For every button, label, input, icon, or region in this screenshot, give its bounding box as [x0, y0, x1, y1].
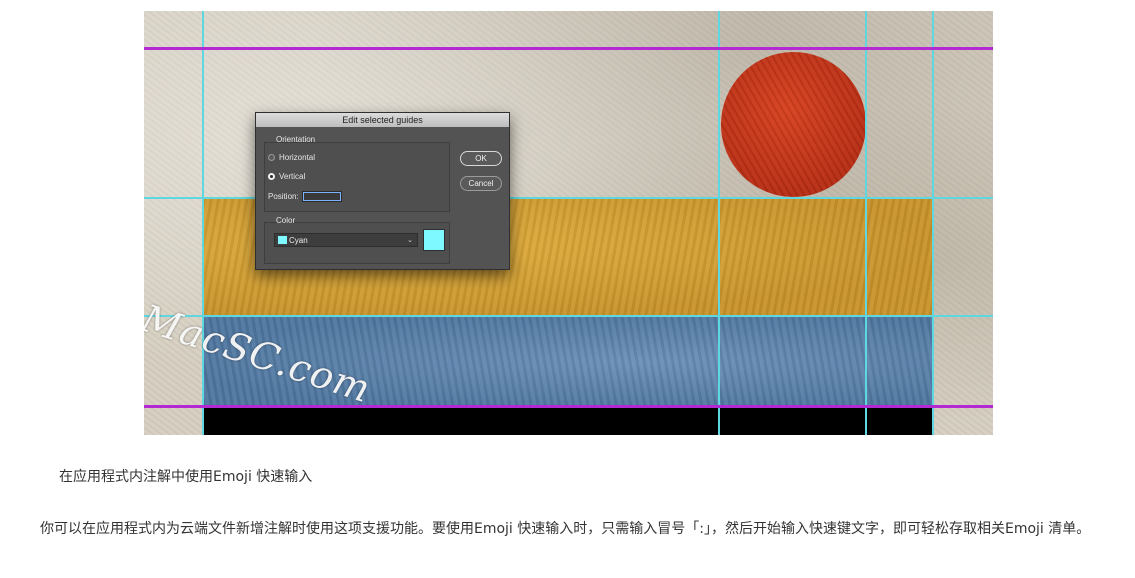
radio-vertical[interactable]: Vertical — [268, 172, 305, 181]
magenta-guide-horizontal[interactable] — [144, 405, 993, 408]
radio-horizontal[interactable]: Horizontal — [268, 153, 315, 162]
color-label: Color — [276, 216, 296, 225]
cyan-guide-vertical[interactable] — [202, 11, 204, 435]
position-row: Position: — [268, 191, 342, 202]
cyan-guide-vertical[interactable] — [865, 11, 867, 435]
position-input[interactable] — [301, 191, 342, 202]
radio-label: Horizontal — [279, 153, 316, 162]
cyan-guide-horizontal[interactable] — [144, 315, 993, 317]
dialog-title: Edit selected guides — [256, 113, 509, 127]
screenshot-figure: MacSC.com Edit selected guides Orientati… — [144, 11, 993, 435]
cyan-guide-vertical[interactable] — [932, 11, 934, 435]
cancel-button[interactable]: Cancel — [460, 176, 502, 191]
color-select-value: Cyan — [289, 235, 308, 245]
radio-selected-icon — [268, 173, 275, 180]
black-band — [203, 407, 934, 435]
red-circle — [721, 52, 866, 197]
color-select[interactable]: Cyan ⌄ — [274, 233, 418, 247]
color-swatch-button[interactable] — [423, 229, 445, 251]
ok-button[interactable]: OK — [460, 151, 502, 166]
figure-caption: 在应用程式内注解中使用Emoji 快速输入 — [59, 469, 313, 485]
edit-guides-dialog: Edit selected guides Orientation Horizon… — [255, 112, 510, 270]
magenta-guide-horizontal[interactable] — [144, 47, 993, 50]
orientation-label: Orientation — [276, 135, 316, 144]
radio-icon — [268, 154, 275, 161]
color-swatch-icon — [278, 236, 287, 244]
article-paragraph: 你可以在应用程式内为云端文件新增注解时使用这项支援功能。要使用Emoji 快速输… — [40, 521, 1091, 537]
cyan-guide-vertical[interactable] — [718, 11, 720, 435]
position-label: Position: — [268, 192, 299, 201]
chevron-down-icon: ⌄ — [407, 237, 413, 244]
radio-label: Vertical — [279, 172, 306, 181]
